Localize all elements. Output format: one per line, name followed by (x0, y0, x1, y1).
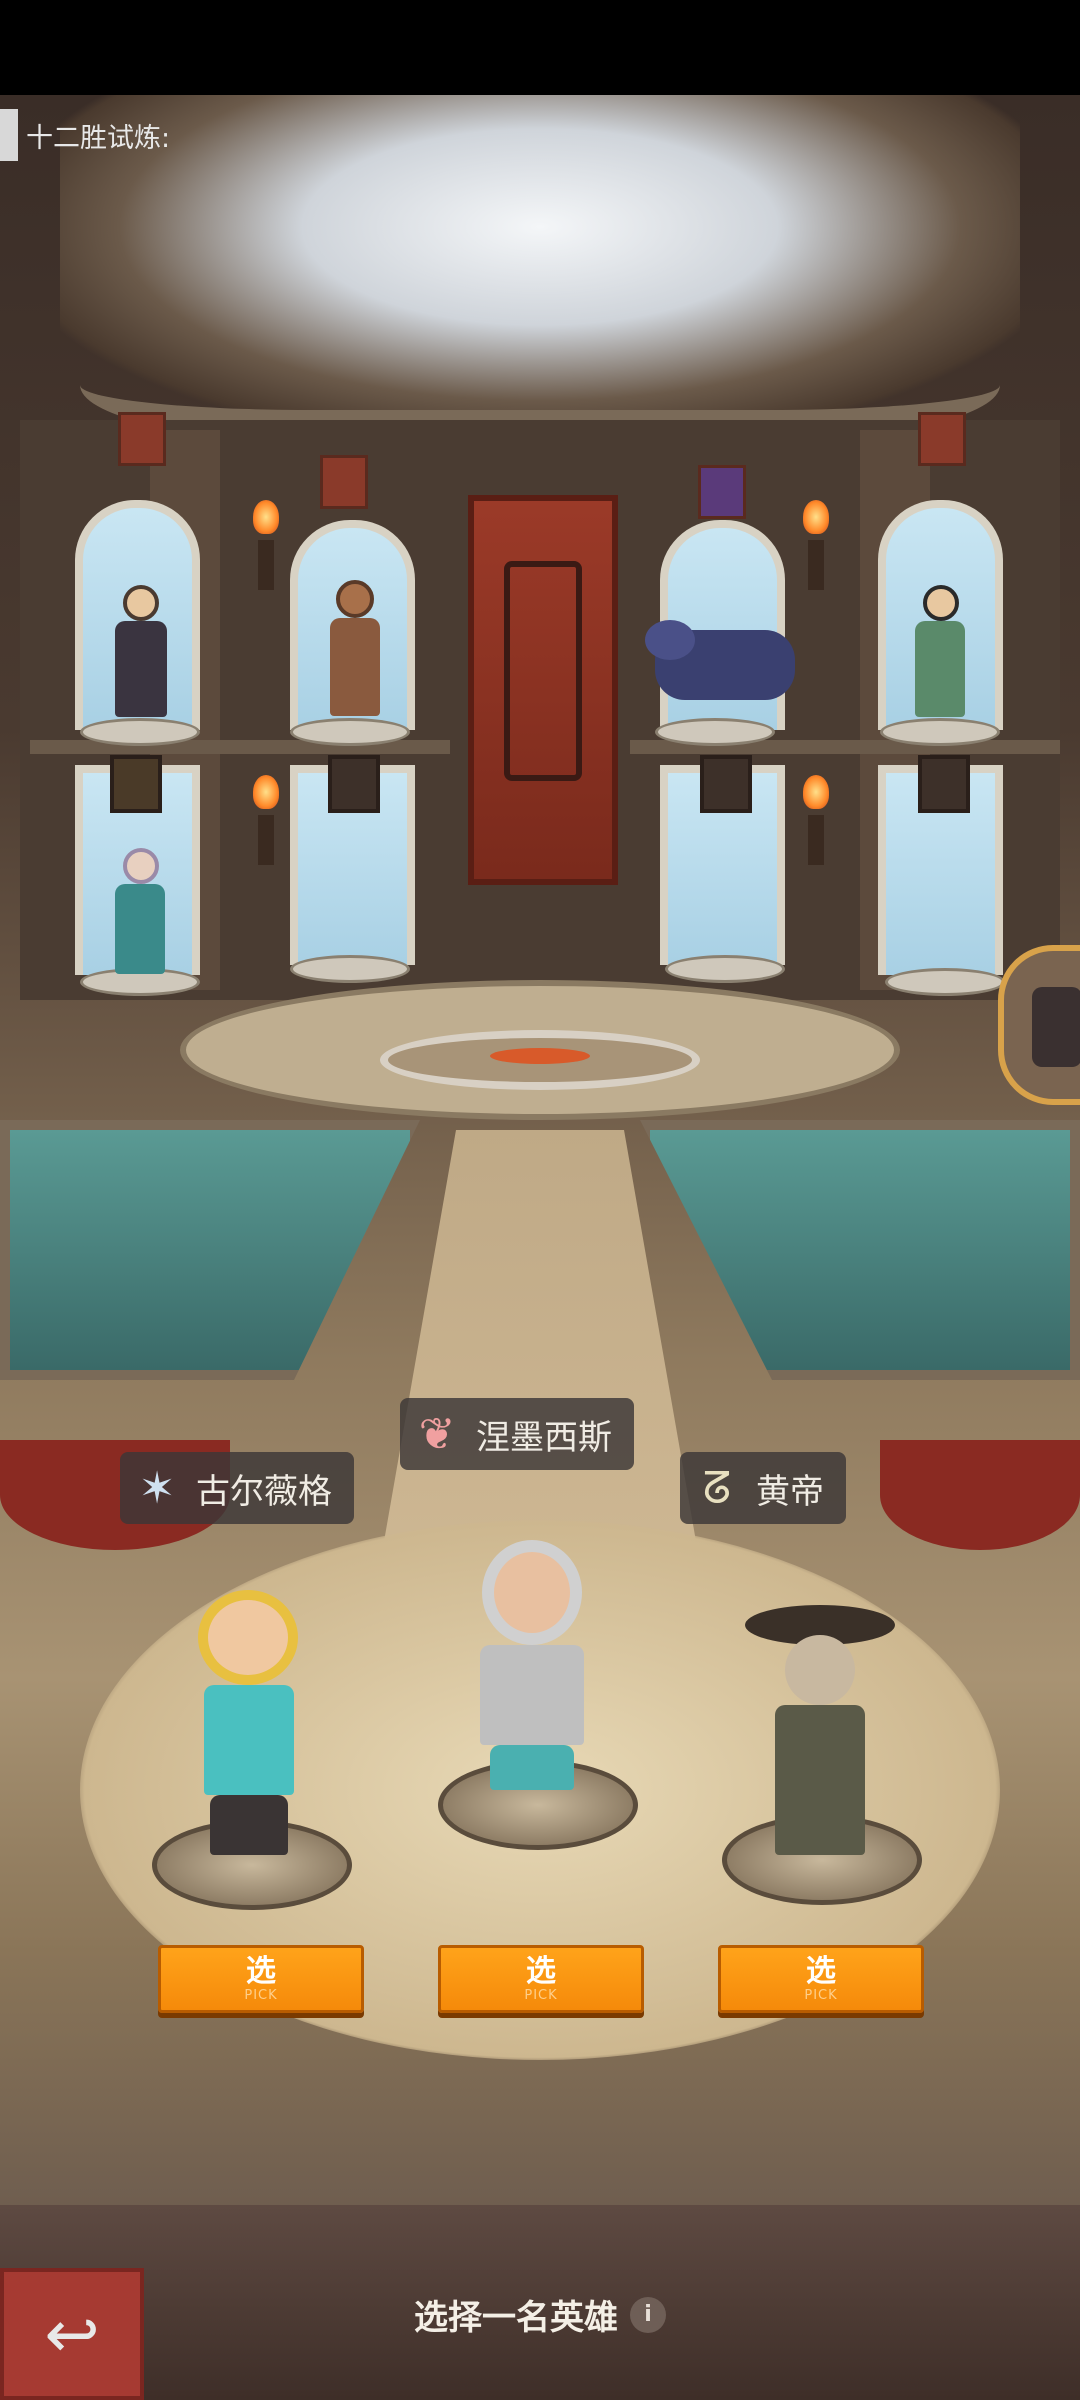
hero-name: 涅墨西斯 (476, 1417, 612, 1458)
pick-sublabel: PICK (524, 1988, 558, 2003)
pick-button[interactable]: 选 PICK (158, 1945, 364, 2013)
mode-title: 十二胜试炼: (26, 122, 171, 154)
torch (808, 540, 824, 590)
emblem-plaque (700, 755, 752, 813)
hero-name: 黄帝 (756, 1471, 824, 1512)
faction-badge-icon (918, 412, 966, 466)
torch-flame-icon (253, 500, 279, 534)
faction-badge-icon (698, 465, 746, 519)
torch-flame-icon (253, 775, 279, 809)
faction-badge-icon (118, 412, 166, 466)
pick-label: 选 (526, 1954, 556, 1989)
platform-core (490, 1048, 590, 1064)
torch (258, 540, 274, 590)
pedestal (880, 718, 1000, 746)
side-hero-portrait-button[interactable] (998, 945, 1080, 1105)
pedestal (290, 718, 410, 746)
hero-name: 古尔薇格 (196, 1471, 332, 1512)
dragon-icon: ᘔ (702, 1462, 732, 1514)
hero-name-tag: ᘔ 黄帝 (680, 1452, 846, 1524)
central-banner (468, 495, 618, 885)
faction-badge-icon (320, 455, 368, 509)
info-icon[interactable]: i (630, 2296, 666, 2333)
emblem-plaque-icon (110, 755, 162, 813)
torch-flame-icon (803, 500, 829, 534)
pedestal (885, 968, 1005, 996)
prompt-text: 选择一名英雄 (414, 2298, 618, 2338)
emblem-plaque (328, 755, 380, 813)
pick-button[interactable]: 选 PICK (438, 1945, 644, 2013)
hero-name-tag: ❦ 涅墨西斯 (400, 1398, 634, 1470)
pedestal (80, 718, 200, 746)
pick-sublabel: PICK (804, 1988, 838, 2003)
hero-name-tag: ✶ 古尔薇格 (120, 1452, 354, 1524)
emblem-plaque (918, 755, 970, 813)
wolf-icon: ✶ (138, 1462, 176, 1514)
torch (258, 815, 274, 865)
title-flag-icon (0, 109, 18, 161)
torch-flame-icon (803, 775, 829, 809)
banner-emblem-icon (504, 561, 582, 781)
status-bar (0, 0, 1080, 95)
pick-button[interactable]: 选 PICK (718, 1945, 924, 2013)
pick-label: 选 (806, 1954, 836, 1989)
torch (808, 815, 824, 865)
pedestal (665, 955, 785, 983)
crest-icon: ❦ (418, 1408, 456, 1460)
pedestal (655, 718, 775, 746)
selection-prompt: 选择一名英雄 i (0, 2290, 1080, 2339)
rope-barrier (880, 1440, 1080, 1550)
pick-sublabel: PICK (244, 1988, 278, 2003)
pedestal (290, 955, 410, 983)
pick-label: 选 (246, 1954, 276, 1989)
hero-portrait-icon (1032, 987, 1080, 1067)
mode-title-bar: 十二胜试炼: (0, 109, 171, 161)
